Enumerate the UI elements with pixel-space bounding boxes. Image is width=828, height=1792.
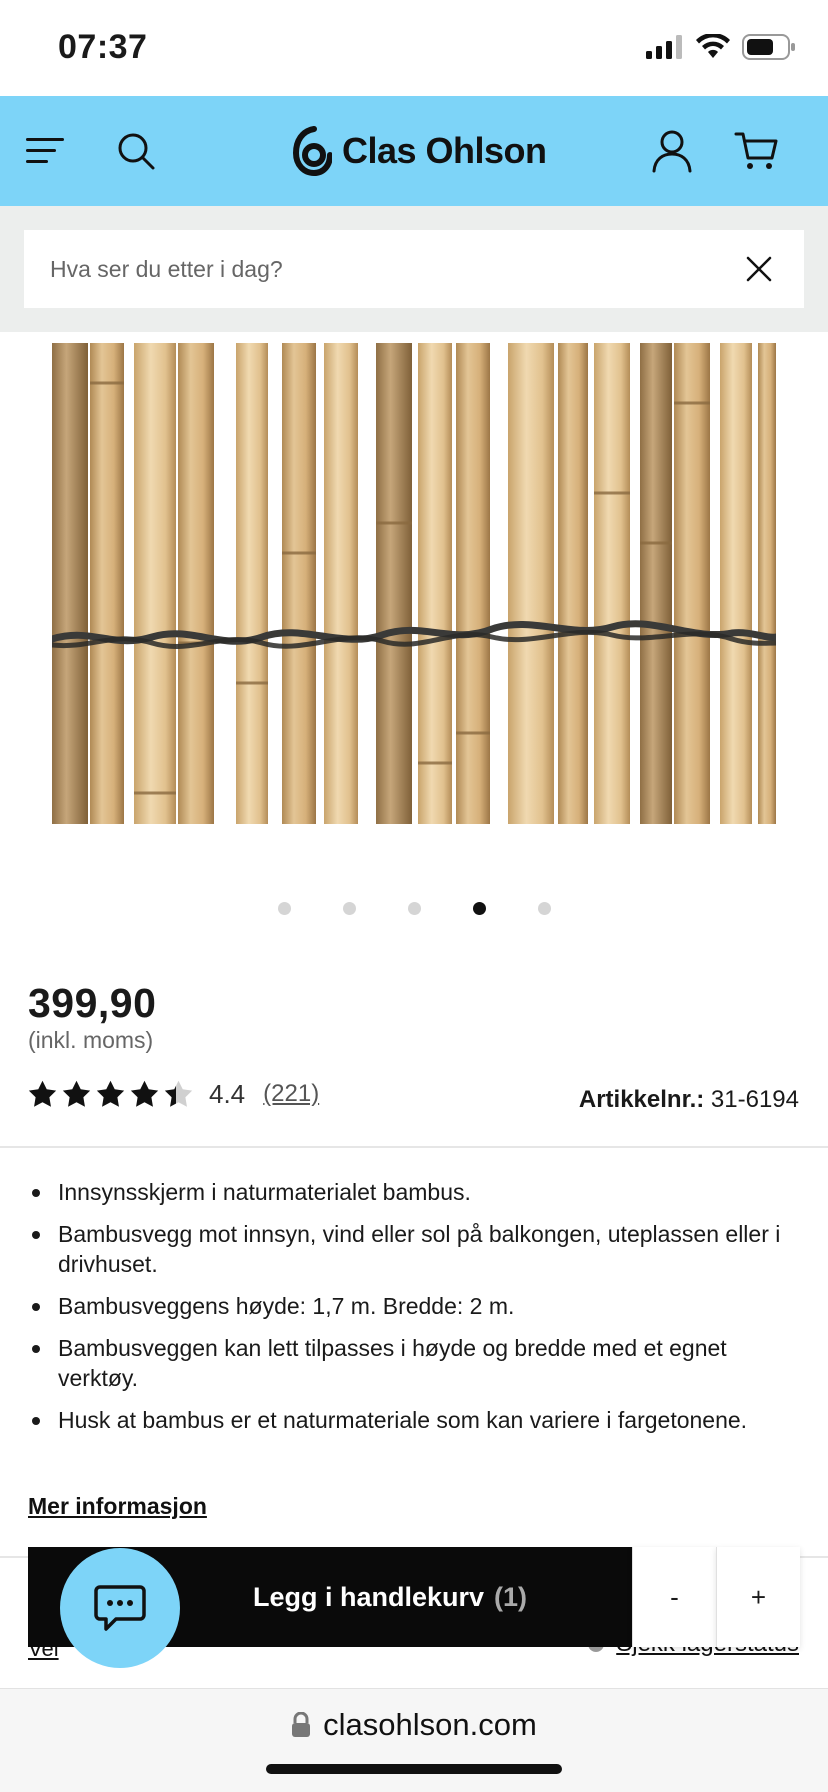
menu-icon [26, 138, 64, 163]
feature-item: Bambusveggens høyde: 1,7 m. Bredde: 2 m. [28, 1291, 798, 1321]
brand-logo-icon [292, 126, 332, 177]
star-icon [130, 1080, 159, 1107]
carousel-dot[interactable] [342, 902, 356, 915]
chat-icon [94, 1585, 146, 1631]
star-icon [28, 1080, 57, 1107]
status-bar: 07:37 [0, 0, 828, 96]
increase-quantity-button[interactable]: + [716, 1547, 800, 1647]
account-button[interactable] [644, 123, 700, 179]
rating-row[interactable]: 4.4 (221) [28, 1076, 319, 1112]
carousel-dot-active[interactable] [472, 902, 486, 915]
signal-icon [646, 35, 682, 59]
image-carousel-dots [0, 902, 828, 915]
search-box [24, 230, 804, 308]
rating-value: 4.4 [209, 1078, 246, 1109]
battery-icon [742, 34, 795, 60]
decrease-quantity-button[interactable]: - [632, 1547, 716, 1647]
price-vat-note: (inkl. moms) [28, 1027, 154, 1053]
review-count-link[interactable]: (221) [263, 1080, 319, 1108]
home-indicator [266, 1764, 562, 1774]
star-icon [62, 1080, 91, 1107]
carousel-dot[interactable] [407, 902, 421, 915]
feature-item: Innsynsskjerm i naturmaterialet bambus. [28, 1177, 798, 1207]
feature-item: Bambusvegg mot innsyn, vind eller sol på… [28, 1219, 798, 1279]
carousel-dot[interactable] [537, 902, 551, 915]
more-info-link[interactable]: Mer informasjon [28, 1493, 207, 1520]
cart-icon [734, 132, 778, 169]
status-icons [646, 34, 796, 60]
close-icon [746, 256, 772, 282]
site-header: Clas Ohlson [0, 96, 828, 206]
user-icon [652, 130, 692, 173]
status-time: 07:37 [58, 28, 148, 66]
partial-star-icon [164, 1080, 193, 1107]
star-icon [96, 1080, 125, 1107]
divider [0, 1146, 828, 1148]
feature-list: Innsynsskjerm i naturmaterialet bambus. … [28, 1177, 798, 1447]
product-price: 399,90 [28, 980, 157, 1026]
carousel-dot[interactable] [277, 902, 291, 915]
search-button[interactable] [108, 123, 164, 179]
chat-button[interactable] [60, 1548, 180, 1668]
search-input[interactable] [50, 255, 710, 283]
article-number-label: Artikkelnr.: [578, 1086, 705, 1113]
brand-logo[interactable]: Clas Ohlson [292, 122, 547, 180]
url-text: clasohlson.com [323, 1707, 537, 1742]
url-display: clasohlson.com [0, 1707, 828, 1743]
wifi-icon [696, 34, 730, 58]
feature-item: Bambusveggen kan lett tilpasses i høyde … [28, 1333, 798, 1393]
cart-quantity-count: (1) [494, 1581, 528, 1612]
rating-stars [28, 1080, 193, 1108]
article-number-value: 31-6194 [710, 1086, 799, 1113]
search-icon [118, 133, 155, 170]
cart-button[interactable] [728, 123, 784, 179]
product-image[interactable] [52, 343, 776, 824]
search-clear-button[interactable] [738, 248, 780, 290]
feature-item: Husk at bambus er et naturmateriale som … [28, 1405, 798, 1435]
search-section [0, 206, 828, 332]
bamboo-fence-image [52, 343, 776, 824]
add-to-cart-label: Legg i handlekurv [252, 1581, 485, 1612]
browser-url-bar[interactable]: clasohlson.com [0, 1688, 828, 1792]
menu-button[interactable] [18, 123, 74, 179]
lock-icon [292, 1712, 311, 1737]
brand-name: Clas Ohlson [342, 130, 547, 171]
article-number: Artikkelnr.: 31-6194 [579, 1086, 799, 1114]
